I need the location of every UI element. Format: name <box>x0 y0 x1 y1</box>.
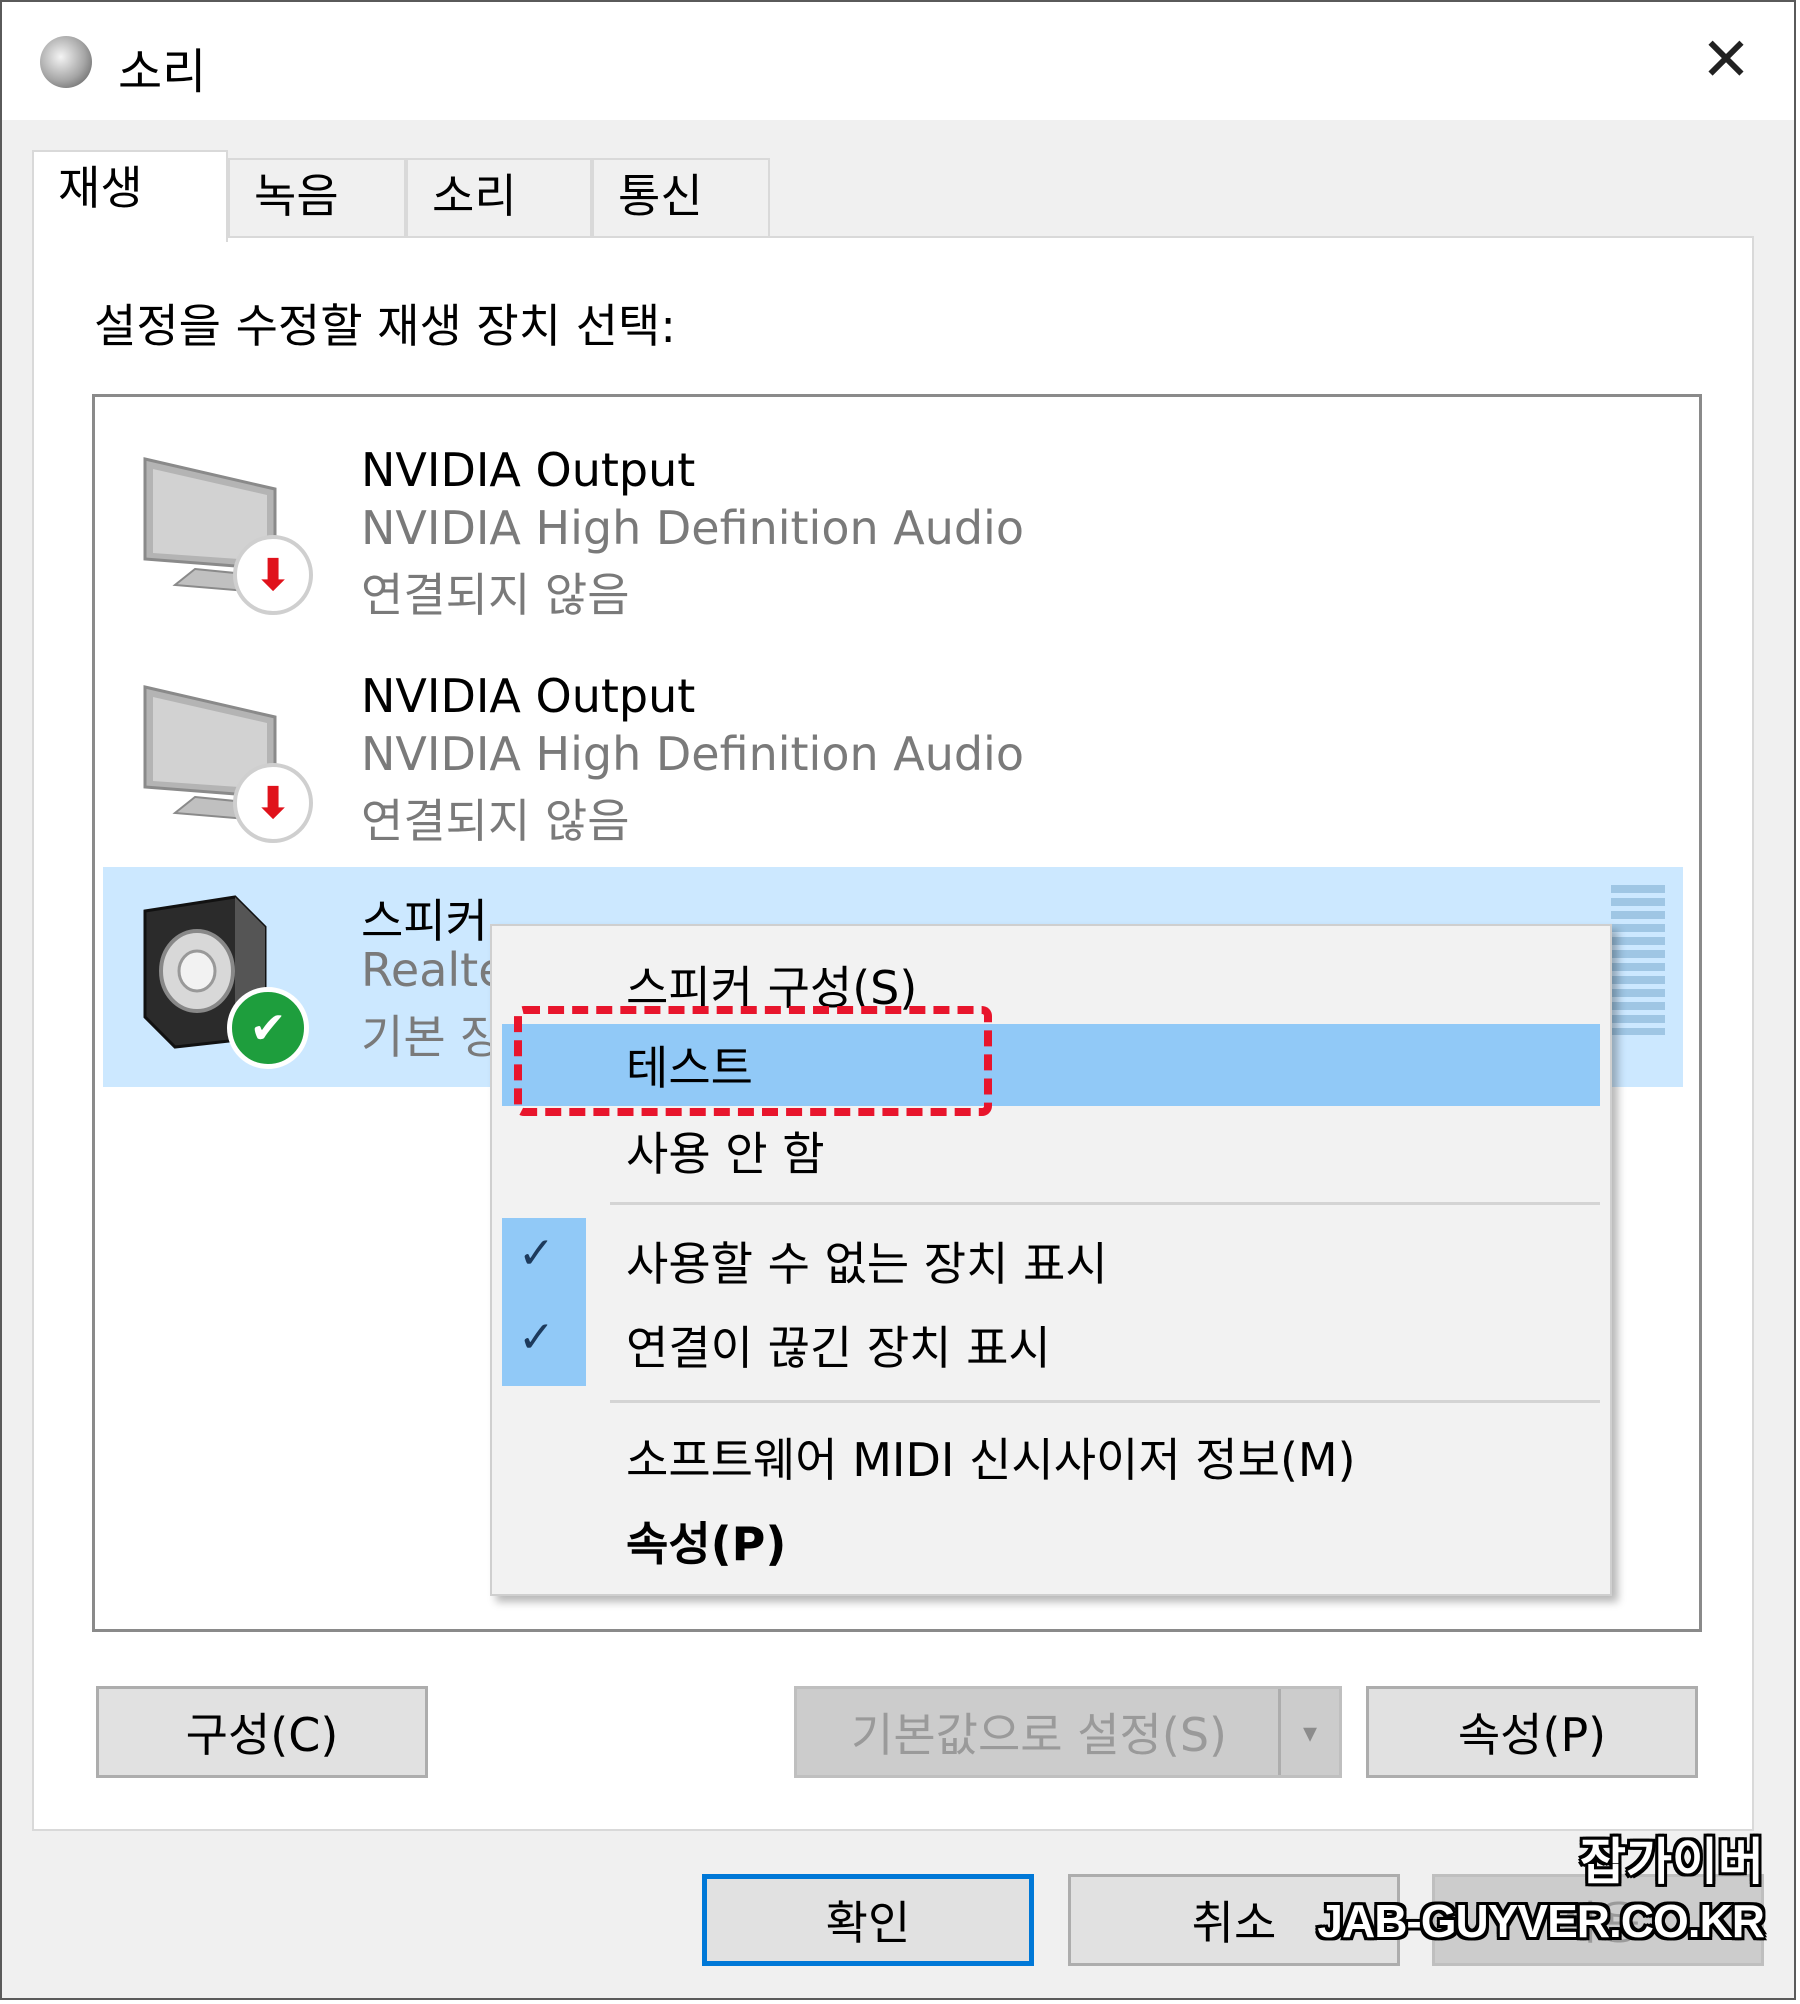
window-title: 소리 <box>118 44 207 100</box>
set-default-button[interactable]: 기본값으로 설정(S) ▾ <box>794 1686 1342 1778</box>
disconnected-arrow-icon: ⬇ <box>233 763 313 843</box>
menu-item-label: 사용할 수 없는 장치 표시 <box>626 1237 1108 1291</box>
configure-button[interactable]: 구성(C) <box>96 1686 428 1778</box>
menu-separator <box>610 1202 1600 1205</box>
menu-item-label: 소프트웨어 MIDI 신시사이저 정보(M) <box>626 1433 1356 1487</box>
device-name: NVIDIA Output <box>361 669 696 723</box>
device-name: NVIDIA Output <box>361 443 696 497</box>
device-name: 스피커 <box>361 894 488 948</box>
menu-item-label: 연결이 끊긴 장치 표시 <box>626 1321 1051 1375</box>
device-driver: NVIDIA High Definition Audio <box>361 727 1024 781</box>
title-bar[interactable]: 소리 ✕ <box>2 2 1794 120</box>
device-status: 기본 장 <box>361 1010 503 1064</box>
menu-item-midi-info[interactable]: 소프트웨어 MIDI 신시사이저 정보(M) <box>492 1416 1610 1498</box>
watermark-url: JAB-GUYVER.CO.KR <box>1317 1895 1765 1947</box>
menu-item-show-disconnected[interactable]: ✓ 연결이 끊긴 장치 표시 <box>492 1304 1610 1386</box>
set-default-label: 기본값으로 설정(S) <box>851 1708 1227 1762</box>
tab-recording[interactable]: 녹음 <box>228 158 406 238</box>
watermark-korean: 잡가이버 <box>1580 1833 1764 1891</box>
close-button[interactable]: ✕ <box>1686 22 1766 98</box>
checkmark-icon: ✓ <box>518 1312 555 1363</box>
dropdown-arrow-icon[interactable]: ▾ <box>1278 1689 1339 1775</box>
device-driver: NVIDIA High Definition Audio <box>361 501 1024 555</box>
menu-item-show-disabled[interactable]: ✓ 사용할 수 없는 장치 표시 <box>492 1220 1610 1302</box>
default-check-icon: ✔ <box>227 987 309 1069</box>
menu-item-disable[interactable]: 사용 안 함 <box>492 1110 1610 1192</box>
menu-item-properties[interactable]: 속성(P) <box>492 1500 1610 1582</box>
checkmark-icon: ✓ <box>518 1228 555 1279</box>
tab-sounds[interactable]: 소리 <box>406 158 592 238</box>
volume-level-meter <box>1611 885 1665 1035</box>
device-status: 연결되지 않음 <box>361 568 630 622</box>
menu-item-label: 속성(P) <box>626 1517 787 1571</box>
disconnected-arrow-icon: ⬇ <box>233 535 313 615</box>
speaker-app-icon <box>40 36 92 88</box>
callout-highlight-box <box>514 1006 992 1116</box>
device-status: 연결되지 않음 <box>361 794 630 848</box>
tab-playback[interactable]: 재생 <box>32 150 228 242</box>
instruction-label: 설정을 수정할 재생 장치 선택: <box>94 299 676 353</box>
watermark: 잡가이버 JAB-GUYVER.CO.KR <box>1317 1822 1765 1948</box>
ok-button[interactable]: 확인 <box>702 1874 1034 1966</box>
menu-separator <box>610 1400 1600 1403</box>
menu-item-label: 사용 안 함 <box>626 1127 825 1181</box>
device-item[interactable]: ⬇ NVIDIA Output NVIDIA High Definition A… <box>103 647 1683 867</box>
device-item[interactable]: ⬇ NVIDIA Output NVIDIA High Definition A… <box>103 419 1683 639</box>
properties-button[interactable]: 속성(P) <box>1366 1686 1698 1778</box>
tab-communications[interactable]: 통신 <box>592 158 770 238</box>
